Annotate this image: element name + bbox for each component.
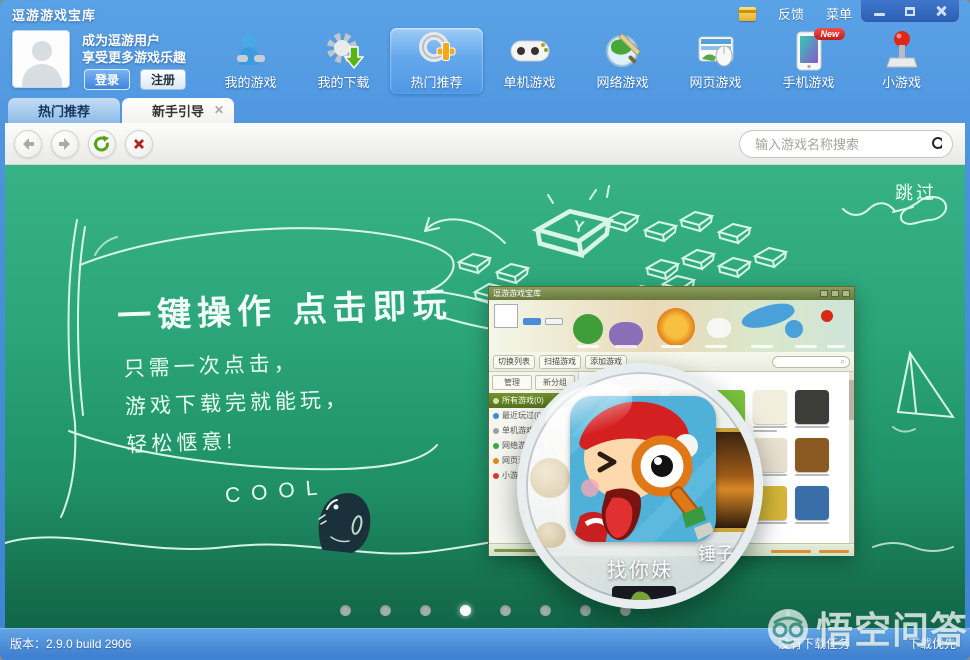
close-icon[interactable] <box>928 3 954 20</box>
nav-item-my-downloads[interactable]: 我的下载 <box>297 28 390 94</box>
nav-item-online-games[interactable]: 网络游戏 <box>576 28 669 94</box>
mini-window-controls <box>820 290 850 297</box>
forward-button[interactable] <box>51 129 79 158</box>
mini-avatar <box>494 304 518 328</box>
menu-link[interactable]: 菜单 <box>826 4 852 23</box>
ring-plus-icon <box>417 30 457 72</box>
page-dot[interactable] <box>379 605 391 616</box>
cartoon-lion <box>657 308 695 346</box>
person-gamepad-icon <box>231 30 271 72</box>
page-dot[interactable] <box>499 605 511 616</box>
nav-item-mobile-games[interactable]: New 手机游戏 <box>762 28 855 94</box>
nav-item-hot-recommend[interactable]: 热门推荐 <box>390 28 483 94</box>
gift-icon[interactable] <box>737 6 757 21</box>
nav-item-my-games[interactable]: 我的游戏 <box>204 28 297 94</box>
mag-partial-tile-bottom <box>612 586 676 600</box>
minimize-icon[interactable] <box>866 3 892 20</box>
svg-text:Y: Y <box>572 218 585 236</box>
mini-title-bar: 逗游游戏宝库 <box>489 287 854 300</box>
nav-item-web-games[interactable]: 网页游戏 <box>669 28 762 94</box>
tutorial-subtext: 只需一次点击， 游戏下载完就能玩， 轻松惬意! <box>123 351 351 457</box>
mini-login-button <box>523 318 541 325</box>
nav-item-pc-games[interactable]: 单机游戏 <box>483 28 576 94</box>
page-dot[interactable] <box>539 605 551 616</box>
tutorial-canvas: Y 跳过 一键操作 点击即玩 只需一次点击， 游戏下载完就能玩， 轻松惬意! C… <box>5 165 965 628</box>
app-window: 逗游游戏宝库 反馈 菜单 成为逗游用户 享受更多游戏乐趣 登录 注册 我的游戏 … <box>0 0 970 660</box>
feedback-link[interactable]: 反馈 <box>778 4 804 23</box>
mini-banner <box>489 300 854 352</box>
tab-bar: 热门推荐 新手引导 ✕ <box>0 96 970 123</box>
magnifier-bubble: 找你妹 锤子守 <box>517 363 763 609</box>
neighbor-game-label: 锤子守 <box>698 544 752 564</box>
wukong-logo-icon <box>768 609 808 649</box>
tab-close-icon[interactable]: ✕ <box>214 103 224 117</box>
search-box <box>739 130 953 158</box>
main-nav: 我的游戏 我的下载 热门推荐 单机游戏 网络游戏 网页游戏 New 手机游戏 小… <box>204 28 948 94</box>
page-dot[interactable] <box>579 605 591 616</box>
page-dot[interactable] <box>339 605 351 616</box>
register-button[interactable]: 注册 <box>140 69 186 90</box>
gamepad-icon <box>508 30 552 72</box>
maximize-icon[interactable] <box>897 3 923 20</box>
nav-item-mini-games[interactable]: 小游戏 <box>855 28 948 94</box>
new-badge: New <box>814 28 845 40</box>
tab-hot-recommend[interactable]: 热门推荐 <box>8 98 120 123</box>
search-icon[interactable] <box>931 136 942 153</box>
joystick-icon <box>884 30 920 72</box>
version-text: 版本：2.9.0 build 2906 <box>10 636 132 651</box>
stop-button[interactable] <box>125 129 153 158</box>
mini-scan-games-button: 扫描游戏 <box>539 354 581 369</box>
watermark: 悟空问答 <box>764 600 968 654</box>
promo-text: 成为逗游用户 享受更多游戏乐趣 <box>82 33 187 65</box>
mag-partial-tile-left <box>530 458 570 498</box>
mini-manage-button: 管理 <box>492 375 532 390</box>
skip-button[interactable]: 跳过 <box>895 179 937 205</box>
title-bar: 逗游游戏宝库 反馈 菜单 <box>0 0 970 26</box>
tab-newbie-guide[interactable]: 新手引导 ✕ <box>122 98 234 123</box>
browser-mouse-icon <box>695 30 737 72</box>
mini-register-button <box>545 318 563 325</box>
globe-sword-icon <box>602 30 644 72</box>
mini-switch-view-button: 切换列表 <box>493 354 535 369</box>
mini-scrollbar <box>849 372 854 543</box>
search-input[interactable] <box>740 136 931 152</box>
refresh-button[interactable] <box>88 129 116 158</box>
page-dot[interactable] <box>419 605 431 616</box>
gear-download-icon <box>324 30 364 72</box>
cartoon-goat <box>707 318 731 338</box>
browser-toolbar <box>5 123 965 165</box>
login-button[interactable]: 登录 <box>84 69 130 90</box>
header: 成为逗游用户 享受更多游戏乐趣 登录 注册 我的游戏 我的下载 热门推荐 单机游… <box>0 26 970 96</box>
mini-joystick-icon <box>821 310 833 322</box>
watermark-text: 悟空问答 <box>816 610 968 651</box>
cartoon-tree <box>573 314 603 344</box>
back-button[interactable] <box>14 129 42 158</box>
cartoon-dragon-head <box>785 320 803 338</box>
avatar[interactable] <box>12 30 70 88</box>
window-controls <box>860 0 960 23</box>
app-title: 逗游游戏宝库 <box>12 8 97 23</box>
page-dot-active[interactable] <box>459 605 471 616</box>
mini-search-box: ⌕ <box>772 355 850 368</box>
